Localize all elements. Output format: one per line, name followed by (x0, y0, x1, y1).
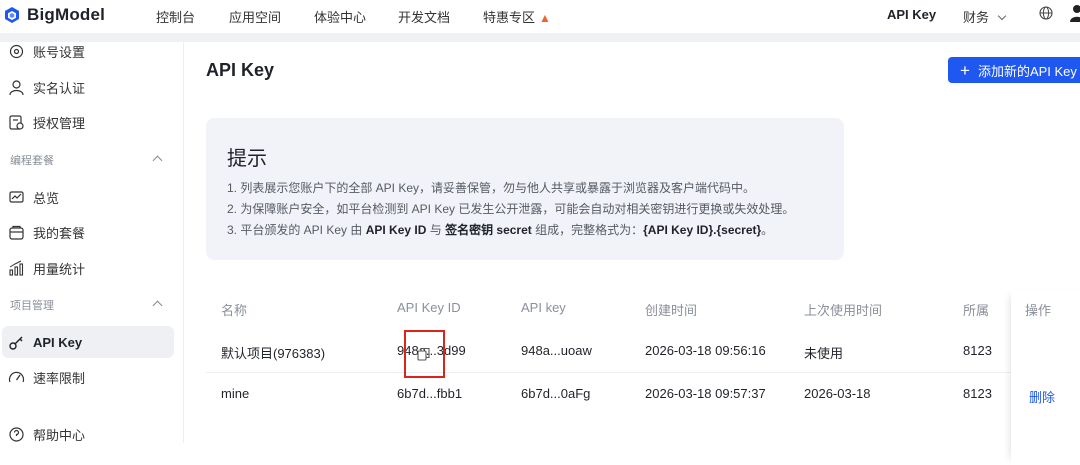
sidebar-item-label: 我的套餐 (33, 225, 86, 241)
sidebar-item-label: API Key (33, 334, 83, 350)
copy-highlight-box (404, 330, 445, 378)
col-header-actions: 操作 (1025, 303, 1052, 318)
sidebar-item-label: 速率限制 (33, 370, 86, 386)
tip-line-3-a: 3. 平台颁发的 API Key 由 (227, 223, 366, 237)
nav-finance-label: 财务 (963, 10, 990, 25)
col-header-last-used: 上次使用时间 (804, 303, 883, 318)
sidebar-item-authorization[interactable]: 授权管理 (0, 107, 183, 137)
logo[interactable]: BigModel (3, 5, 105, 25)
sidebar-item-label: 授权管理 (33, 115, 86, 131)
sidebar-item-rate-limit[interactable]: 速率限制 (0, 362, 183, 392)
sidebar-group-label: 编程套餐 (10, 155, 54, 167)
delete-button[interactable]: 删除 (1029, 387, 1055, 406)
sidebar-item-usage-stats[interactable]: 用量统计 (0, 253, 183, 283)
user-icon (9, 79, 24, 95)
col-header-name: 名称 (221, 303, 248, 318)
avatar[interactable] (1070, 4, 1080, 22)
cell-owner: 8123 (963, 343, 992, 358)
cell-last-used: 未使用 (804, 346, 844, 361)
nav-console[interactable]: 控制台 (156, 7, 195, 26)
col-header-key-id: API Key ID (397, 300, 461, 315)
tip-line-3-d: 签名密钥 secret (445, 223, 532, 237)
nav-experience[interactable]: 体验中心 (314, 7, 366, 26)
sidebar-item-label: 实名认证 (33, 80, 86, 96)
sidebar-group-coding-plan[interactable]: 编程套餐 (10, 152, 163, 168)
cell-last-used: 2026-03-18 (804, 386, 871, 401)
sidebar-item-api-key[interactable]: API Key (2, 326, 174, 358)
sidebar-item-label: 用量统计 (33, 261, 86, 277)
sidebar-item-overview[interactable]: 总览 (0, 182, 183, 212)
add-api-key-button[interactable]: + 添加新的API Key (948, 57, 1080, 83)
key-icon (9, 336, 23, 350)
nav-finance[interactable]: 财务 (963, 7, 1007, 26)
sidebar-group-project-mgmt[interactable]: 项目管理 (10, 297, 163, 313)
nav-docs[interactable]: 开发文档 (398, 7, 450, 26)
cell-owner: 8123 (963, 386, 992, 401)
sidebar-item-label: 帮助中心 (33, 427, 86, 443)
top-bar: BigModel 控制台 应用空间 体验中心 开发文档 特惠专区 ▲ API Ke… (0, 0, 1080, 33)
cell-name: 默认项目(976383) (221, 346, 326, 361)
tip-line-1: 1. 列表展示您账户下的全部 API Key，请妥善保管，勿与他人共享或暴露于浏… (227, 181, 756, 195)
tip-panel: 提示 1. 列表展示您账户下的全部 API Key，请妥善保管，勿与他人共享或暴… (206, 118, 844, 260)
help-icon (9, 426, 24, 442)
col-header-key: API key (521, 300, 566, 315)
nav-api-key[interactable]: API Key (887, 7, 936, 22)
tip-line-3-e: 组成，完整格式为： (531, 223, 644, 237)
nav-app-space[interactable]: 应用空间 (229, 7, 281, 26)
tip-line-2: 2. 为保障账户安全，如平台检测到 API Key 已发生公开泄露，可能会自动对… (227, 202, 795, 216)
chevron-up-icon (152, 155, 163, 166)
fire-icon: ▲ (539, 11, 551, 25)
table-row: mine 6b7d...fbb1 6b7d...0aFg 2026-03-18 … (206, 374, 1080, 416)
nav-deals[interactable]: 特惠专区 ▲ (483, 7, 551, 26)
cell-key-id: 6b7d...fbb1 (397, 386, 463, 401)
actions-column: 操作 删除 (1011, 290, 1080, 465)
plus-icon: + (960, 60, 970, 80)
speed-icon (8, 371, 25, 382)
top-divider (0, 33, 1080, 42)
sidebar-group-label: 项目管理 (10, 300, 54, 312)
table-row: 默认项目(976383) 948a...3d99 948a...uoaw 202… (206, 331, 1080, 373)
main-content: API Key + 添加新的API Key 提示 1. 列表展示您账户下的全部 … (185, 42, 1080, 465)
sidebar-item-help[interactable]: 帮助中心 (0, 419, 183, 443)
tip-line-3-b: API Key ID (365, 223, 427, 237)
tip-title: 提示 (227, 148, 267, 170)
cell-key: 6b7d...0aFg (521, 386, 591, 401)
sidebar-item-my-plan[interactable]: 我的套餐 (0, 217, 183, 247)
tip-line-3: 3. 平台颁发的 API Key 由 API Key ID 与 签名密钥 sec… (227, 221, 773, 238)
logo-text: BigModel (27, 5, 106, 24)
table-header: 名称 API Key ID API key 创建时间 上次使用时间 所属 (206, 290, 1080, 332)
package-icon (9, 225, 24, 240)
cell-created: 2026-03-18 09:56:16 (645, 343, 766, 358)
bar-chart-icon (9, 260, 24, 276)
sidebar-item-real-name[interactable]: 实名认证 (0, 72, 183, 102)
gear-icon (9, 44, 24, 58)
add-api-key-label: 添加新的API Key (977, 63, 1077, 79)
sidebar-item-account-settings[interactable]: 账号设置 (0, 42, 183, 66)
copy-icon[interactable] (416, 346, 432, 362)
chevron-up-icon (152, 300, 163, 311)
col-header-owner: 所属 (963, 303, 990, 318)
sidebar: 账号设置 实名认证 授权管理 编程套餐 总览 我的套餐 用量统计 项目管理 AP… (0, 42, 184, 443)
auth-doc-icon (9, 114, 24, 130)
col-header-created: 创建时间 (645, 303, 698, 318)
dashboard-icon (9, 190, 24, 203)
cell-name: mine (221, 386, 250, 401)
tip-line-3-c: 与 (426, 223, 446, 237)
tip-line-3-f: {API Key ID}.{secret} (643, 223, 762, 237)
cell-key: 948a...uoaw (521, 343, 592, 358)
page-title: API Key (206, 60, 275, 80)
chevron-down-icon (997, 11, 1007, 21)
cell-created: 2026-03-18 09:57:37 (645, 386, 766, 401)
nav-deals-label: 特惠专区 (483, 10, 536, 25)
globe-icon[interactable] (1039, 6, 1053, 20)
sidebar-item-label: 总览 (33, 190, 60, 206)
sidebar-item-label: 账号设置 (33, 44, 86, 60)
logo-mark-icon (5, 7, 19, 23)
tip-line-3-g: 。 (761, 223, 774, 237)
